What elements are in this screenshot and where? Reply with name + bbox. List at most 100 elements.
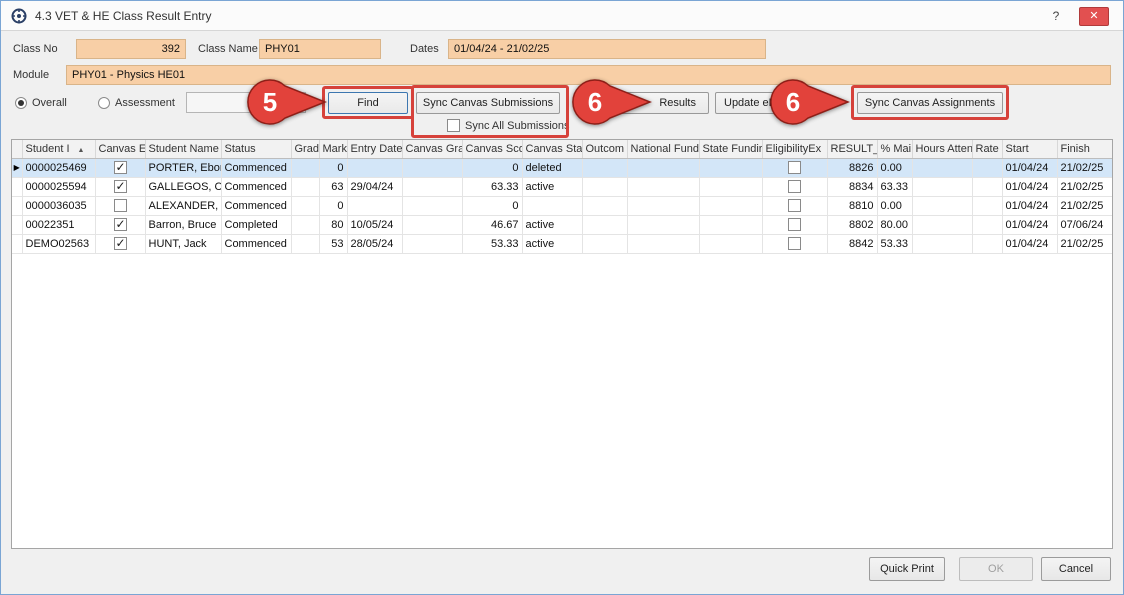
dates-field[interactable]: 01/04/24 - 21/02/25 <box>448 39 766 59</box>
cell-canvas[interactable] <box>95 215 145 234</box>
class-name-field[interactable]: PHY01 <box>259 39 381 59</box>
cell-canvas_score: 63.33 <box>462 177 522 196</box>
cell-eligibility[interactable] <box>762 196 827 215</box>
column-header[interactable]: Outcom <box>582 140 627 158</box>
cell-rate <box>972 215 1002 234</box>
cell-entry_date: 29/04/24 <box>347 177 402 196</box>
overall-radio-label: Overall <box>32 97 67 109</box>
eligibility-checkbox[interactable] <box>788 218 801 231</box>
cell-state <box>699 177 762 196</box>
column-header[interactable]: EligibilityEx <box>762 140 827 158</box>
cell-name: Barron, Bruce <box>145 215 221 234</box>
sync-canvas-submissions-button[interactable]: Sync Canvas Submissions <box>416 92 560 114</box>
assessment-radio-circle[interactable] <box>98 97 110 109</box>
column-header[interactable]: Finish <box>1057 140 1113 158</box>
cell-eligibility[interactable] <box>762 215 827 234</box>
sync-all-submissions-checkbox[interactable]: Sync All Submissions <box>447 119 570 132</box>
cell-canvas_score: 0 <box>462 196 522 215</box>
cell-finish: 21/02/25 <box>1057 234 1113 253</box>
cell-eligibility[interactable] <box>762 158 827 177</box>
cell-entry_date: 28/05/24 <box>347 234 402 253</box>
canvas-checkbox[interactable] <box>114 218 127 231</box>
table-row[interactable]: 00022351Barron, BruceCompleted8010/05/24… <box>12 215 1113 234</box>
cell-canvas[interactable] <box>95 234 145 253</box>
column-header[interactable]: % Mai <box>877 140 912 158</box>
column-header[interactable]: Status <box>221 140 291 158</box>
table-row[interactable]: ▶0000025469PORTER, EbonCommenced00delete… <box>12 158 1113 177</box>
column-header[interactable]: Mark <box>319 140 347 158</box>
row-indicator-header <box>12 140 22 158</box>
cell-eligibility[interactable] <box>762 234 827 253</box>
overall-radio-circle[interactable] <box>15 97 27 109</box>
eligibility-checkbox[interactable] <box>788 161 801 174</box>
cell-canvas_grade <box>402 177 462 196</box>
help-button[interactable]: ? <box>1047 8 1065 25</box>
cell-outcome <box>582 215 627 234</box>
column-header[interactable]: Entry Date <box>347 140 402 158</box>
cell-hours <box>912 177 972 196</box>
column-header[interactable]: Canvas Sco <box>462 140 522 158</box>
cell-name: GALLEGOS, Ca <box>145 177 221 196</box>
assessment-radio[interactable]: Assessment <box>98 97 175 109</box>
eligibility-checkbox[interactable] <box>788 180 801 193</box>
table-row[interactable]: 0000036035ALEXANDER, JCommenced0088100.0… <box>12 196 1113 215</box>
cell-national <box>627 234 699 253</box>
cell-status: Commenced <box>221 158 291 177</box>
title-bar: 4.3 VET & HE Class Result Entry ? ✕ <box>1 1 1123 31</box>
sync-canvas-assignments-button[interactable]: Sync Canvas Assignments <box>857 92 1003 114</box>
cell-hours <box>912 158 972 177</box>
column-header[interactable]: Hours Atten <box>912 140 972 158</box>
column-header[interactable]: State Fundir <box>699 140 762 158</box>
callout-arrow-5: 5 <box>247 78 327 126</box>
cell-result: 8810 <box>827 196 877 215</box>
cell-canvas_grade <box>402 158 462 177</box>
find-button[interactable]: Find <box>328 92 408 114</box>
canvas-checkbox[interactable] <box>114 180 127 193</box>
cell-finish: 07/06/24 <box>1057 215 1113 234</box>
column-header[interactable]: National Fundi <box>627 140 699 158</box>
callout-arrow-6b: 6 <box>770 78 850 126</box>
cell-eligibility[interactable] <box>762 177 827 196</box>
cancel-button[interactable]: Cancel <box>1041 557 1111 581</box>
cell-grade <box>291 234 319 253</box>
cell-hours <box>912 196 972 215</box>
ok-button[interactable]: OK <box>959 557 1033 581</box>
results-grid[interactable]: Student I▲Canvas EStudent NameStatusGrad… <box>11 139 1113 549</box>
cell-rate <box>972 196 1002 215</box>
cell-canvas[interactable] <box>95 196 145 215</box>
table-row[interactable]: 0000025594GALLEGOS, CaCommenced6329/04/2… <box>12 177 1113 196</box>
row-indicator-cell <box>12 234 22 253</box>
window-title: 4.3 VET & HE Class Result Entry <box>35 9 212 23</box>
eligibility-checkbox[interactable] <box>788 199 801 212</box>
sync-all-submissions-checkbox-box[interactable] <box>447 119 460 132</box>
column-header[interactable]: Student I▲ <box>22 140 95 158</box>
close-button[interactable]: ✕ <box>1079 7 1109 26</box>
column-header[interactable]: Start <box>1002 140 1057 158</box>
table-row[interactable]: DEMO02563HUNT, JackCommenced5328/05/2453… <box>12 234 1113 253</box>
overall-radio[interactable]: Overall <box>15 97 67 109</box>
cell-mark: 0 <box>319 196 347 215</box>
column-header[interactable]: Canvas Stat <box>522 140 582 158</box>
eligibility-checkbox[interactable] <box>788 237 801 250</box>
column-header[interactable]: RESULT_ <box>827 140 877 158</box>
cell-entry_date <box>347 158 402 177</box>
column-header[interactable]: Rate <box>972 140 1002 158</box>
column-header[interactable]: Grade <box>291 140 319 158</box>
cell-canvas_status: active <box>522 234 582 253</box>
cell-status: Completed <box>221 215 291 234</box>
cell-outcome <box>582 177 627 196</box>
cell-start: 01/04/24 <box>1002 177 1057 196</box>
cell-canvas[interactable] <box>95 158 145 177</box>
column-header[interactable]: Student Name <box>145 140 221 158</box>
canvas-checkbox[interactable] <box>114 161 127 174</box>
cell-outcome <box>582 158 627 177</box>
quick-print-button[interactable]: Quick Print <box>869 557 945 581</box>
canvas-checkbox[interactable] <box>114 199 127 212</box>
canvas-checkbox[interactable] <box>114 237 127 250</box>
class-no-field[interactable]: 392 <box>76 39 186 59</box>
column-header[interactable]: Canvas Gra <box>402 140 462 158</box>
cell-pct: 63.33 <box>877 177 912 196</box>
column-header[interactable]: Canvas E <box>95 140 145 158</box>
cell-canvas[interactable] <box>95 177 145 196</box>
cell-outcome <box>582 234 627 253</box>
